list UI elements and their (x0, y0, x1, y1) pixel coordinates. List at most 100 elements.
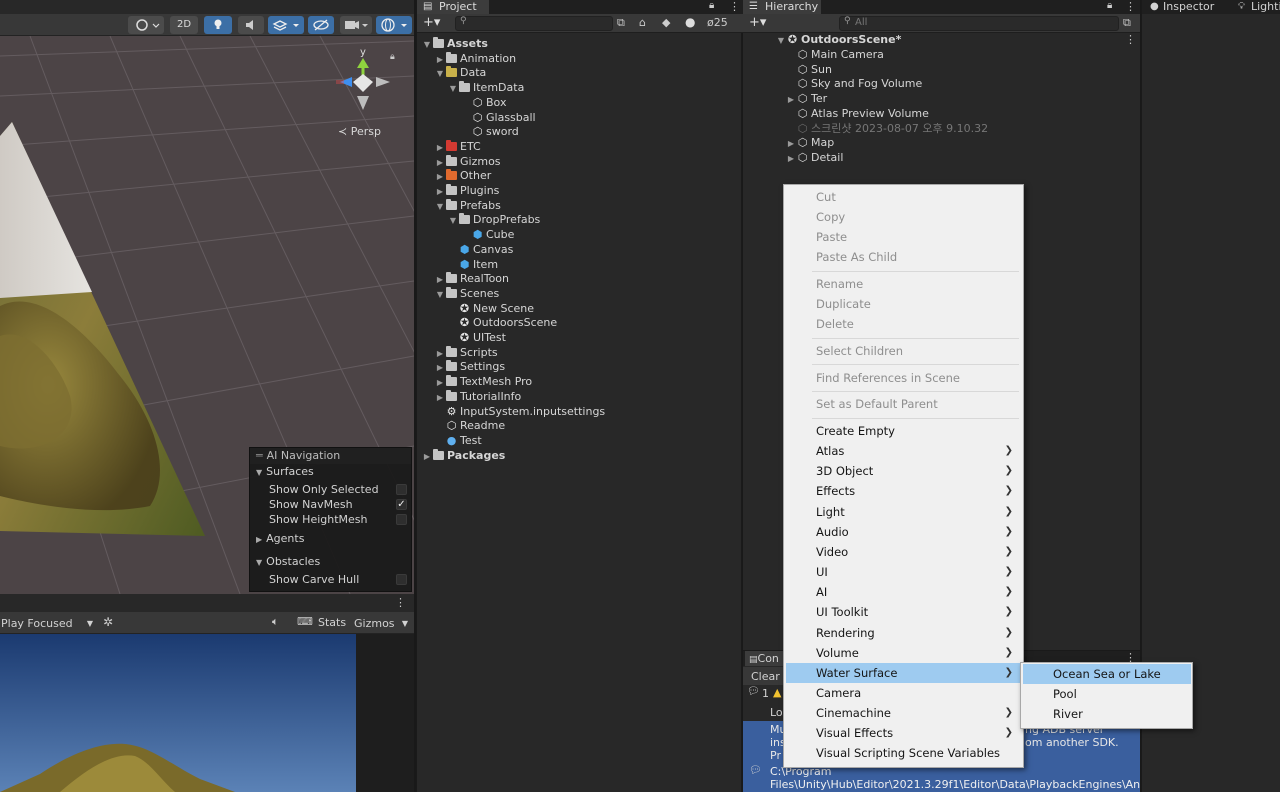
menu-item-cut[interactable]: Cut (786, 187, 1021, 207)
chevron-right-icon[interactable]: ▶ (785, 93, 797, 107)
gizmos-game-dropdown[interactable]: Gizmos ▼ (350, 615, 412, 632)
create-plus-icon[interactable]: +▾ (423, 15, 440, 30)
project-tree-item[interactable]: ▼ Assets (421, 37, 488, 51)
project-tree-item[interactable]: ▼ Prefabs (434, 198, 501, 214)
game-viewport[interactable] (0, 634, 414, 792)
project-tree-item[interactable]: ✪ UITest (447, 331, 506, 345)
project-search-input[interactable]: ⚲ (455, 16, 613, 31)
menu-item-rendering[interactable]: Rendering ❯ (786, 623, 1021, 643)
project-tree-item[interactable]: ⬢ Canvas (447, 243, 514, 257)
scene-search-icon[interactable]: ⧉ (1123, 16, 1131, 30)
chevron-right-icon[interactable]: ▶ (434, 185, 446, 199)
menu-item-set-as-default-parent[interactable]: Set as Default Parent (786, 394, 1021, 414)
hierarchy-item[interactable]: ⬡ Sun (785, 63, 832, 77)
ai-navigation-header[interactable]: ═ AI Navigation (250, 448, 411, 464)
menu-item-paste-as-child[interactable]: Paste As Child (786, 247, 1021, 267)
chevron-down-icon[interactable]: ▼ (447, 214, 459, 228)
project-tree-item[interactable]: ⬡ sword (460, 125, 519, 139)
gizmos-dropdown[interactable] (376, 16, 412, 34)
show-navmesh-checkbox[interactable]: ✓ (396, 499, 407, 510)
project-tree-item[interactable]: ▶ Other (434, 169, 491, 183)
menu-item-effects[interactable]: Effects ❯ (786, 481, 1021, 501)
scene-root-row[interactable]: ▼ ✪ OutdoorsScene* (775, 33, 901, 47)
project-tree-item[interactable]: ▶ Gizmos (434, 154, 501, 170)
project-tree-item[interactable]: ▶ TutorialInfo (434, 389, 521, 405)
project-tree-item[interactable]: ● Test (434, 434, 482, 448)
project-tree-item[interactable]: ▶ Packages (421, 448, 505, 463)
chevron-down-icon[interactable]: ▼ (434, 288, 446, 302)
clear-button[interactable]: Clear (751, 670, 780, 683)
project-tree-item[interactable]: ▶ Plugins (434, 184, 499, 198)
chevron-right-icon[interactable]: ▶ (785, 152, 797, 166)
info-icon[interactable]: ● (685, 15, 695, 29)
show-carve-hull-checkbox[interactable] (396, 574, 407, 585)
menu-item-video[interactable]: Video ❯ (786, 542, 1021, 562)
menu-item-ui[interactable]: UI ❯ (786, 562, 1021, 582)
hierarchy-item[interactable]: ▶ ⬡ Ter (785, 92, 827, 106)
chevron-right-icon[interactable]: ▶ (434, 156, 446, 170)
project-tree-item[interactable]: ⚙ InputSystem.inputsettings (434, 405, 606, 419)
hierarchy-item[interactable]: ▶ ⬡ Detail (785, 151, 843, 165)
lock-icon[interactable]: 🔒︎ (1107, 0, 1112, 11)
chevron-right-icon[interactable]: ▶ (434, 391, 446, 405)
persp-label[interactable]: ≺ Persp (338, 125, 381, 138)
hierarchy-item[interactable]: ▶ ⬡ Map (785, 136, 834, 150)
hidden-objects-toggle[interactable] (308, 16, 334, 34)
menu-item-audio[interactable]: Audio ❯ (786, 522, 1021, 542)
project-tree-item[interactable]: ▶ ETC (434, 139, 481, 154)
project-tree-item[interactable]: ⬡ Box (460, 96, 507, 110)
project-tree-item[interactable]: ⬢ Cube (460, 228, 515, 242)
menu-item-atlas[interactable]: Atlas ❯ (786, 441, 1021, 461)
chevron-right-icon[interactable]: ▶ (434, 376, 446, 390)
surfaces-foldout[interactable]: ▼ Surfaces (250, 464, 413, 479)
keyboard-icon[interactable]: ⌨ (297, 615, 313, 628)
submenu-item-pool[interactable]: Pool (1023, 684, 1191, 704)
menu-item-create-empty[interactable]: Create Empty (786, 421, 1021, 441)
tab-lighting[interactable]: 💡︎ Lighti (1234, 0, 1280, 14)
project-tree-item[interactable]: ⬢ Item (447, 258, 498, 272)
project-tree-item[interactable]: ⬡ Readme (434, 419, 505, 433)
more-options-icon[interactable]: ⋮ (1125, 0, 1136, 13)
tag-icon[interactable]: ◆ (662, 16, 670, 29)
chevron-down-icon[interactable]: ▼ (421, 38, 433, 52)
speaker-icon[interactable]: 🔈︎ (272, 615, 279, 629)
hierarchy-item[interactable]: ⬡ Main Camera (785, 48, 884, 62)
project-tree-item[interactable]: ▶ RealToon (434, 272, 509, 286)
project-tree-item[interactable]: ▶ Scripts (434, 345, 498, 361)
tab-project[interactable]: ▤ Project (417, 0, 489, 14)
stats-button[interactable]: Stats (318, 616, 346, 629)
2d-toggle-button[interactable]: 2D (170, 16, 198, 34)
submenu-item-ocean-sea-or-lake[interactable]: Ocean Sea or Lake (1023, 664, 1191, 684)
project-tree-item[interactable]: ▼ DropPrefabs (447, 213, 540, 227)
project-tree-item[interactable]: ✪ New Scene (447, 302, 534, 316)
chevron-right-icon[interactable]: ▶ (785, 137, 797, 151)
menu-item-ui-toolkit[interactable]: UI Toolkit ❯ (786, 602, 1021, 622)
audio-toggle-button[interactable] (238, 16, 264, 34)
chevron-right-icon[interactable]: ▶ (434, 170, 446, 184)
show-only-selected-row[interactable]: Show Only Selected (250, 482, 413, 497)
create-plus-icon[interactable]: +▾ (749, 15, 766, 30)
project-tree-item[interactable]: ▼ ItemData (447, 81, 524, 95)
menu-item-delete[interactable]: Delete (786, 314, 1021, 334)
chevron-right-icon[interactable]: ▶ (434, 53, 446, 67)
menu-item-3d-object[interactable]: 3D Object ❯ (786, 461, 1021, 481)
hidden-packages-toggle[interactable]: ø25 (707, 16, 728, 29)
menu-item-visual-scripting-scene-variables[interactable]: Visual Scripting Scene Variables (786, 743, 1021, 763)
tab-console[interactable]: ▤Con (745, 651, 785, 666)
project-tree-item[interactable]: ▶ Animation (434, 51, 516, 67)
lighting-toggle-button[interactable] (204, 16, 232, 34)
chevron-right-icon[interactable]: ▶ (434, 361, 446, 375)
obstacles-foldout[interactable]: ▼ Obstacles (250, 554, 413, 569)
chevron-down-icon[interactable]: ▼ (434, 200, 446, 214)
project-tree-item[interactable]: ⬡ Glassball (460, 111, 536, 125)
menu-item-water-surface[interactable]: Water Surface ❯ (786, 662, 1021, 683)
menu-item-duplicate[interactable]: Duplicate (786, 294, 1021, 314)
show-heightmesh-checkbox[interactable] (396, 514, 407, 525)
lock-icon[interactable]: 🔒︎ (390, 52, 395, 62)
effects-dropdown[interactable] (268, 16, 304, 34)
agents-foldout[interactable]: ▶ Agents (250, 531, 413, 546)
chevron-right-icon[interactable]: ▶ (434, 347, 446, 361)
tab-hierarchy[interactable]: ☰ Hierarchy (743, 0, 821, 14)
scene-view[interactable]: 2D y ≺ Persp 🔒︎ ═ AI Navigation ▼ Surfac… (0, 0, 414, 594)
menu-item-cinemachine[interactable]: Cinemachine ❯ (786, 703, 1021, 723)
